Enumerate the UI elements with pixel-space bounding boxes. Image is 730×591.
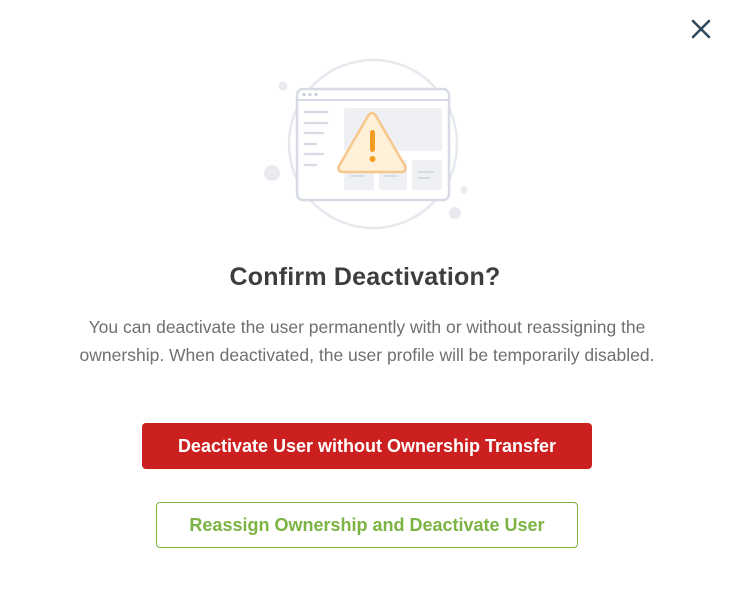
- dialog-message: You can deactivate the user permanently …: [79, 317, 655, 365]
- deactivate-without-transfer-button[interactable]: Deactivate User without Ownership Transf…: [142, 423, 592, 469]
- confirm-deactivation-dialog: Confirm Deactivation? You can deactivate…: [0, 0, 730, 591]
- close-icon: [691, 19, 711, 39]
- dialog-title: Confirm Deactivation?: [229, 263, 501, 291]
- close-button[interactable]: [686, 14, 716, 44]
- reassign-and-deactivate-button[interactable]: Reassign Ownership and Deactivate User: [156, 502, 578, 548]
- warning-browser-illustration: [264, 58, 468, 230]
